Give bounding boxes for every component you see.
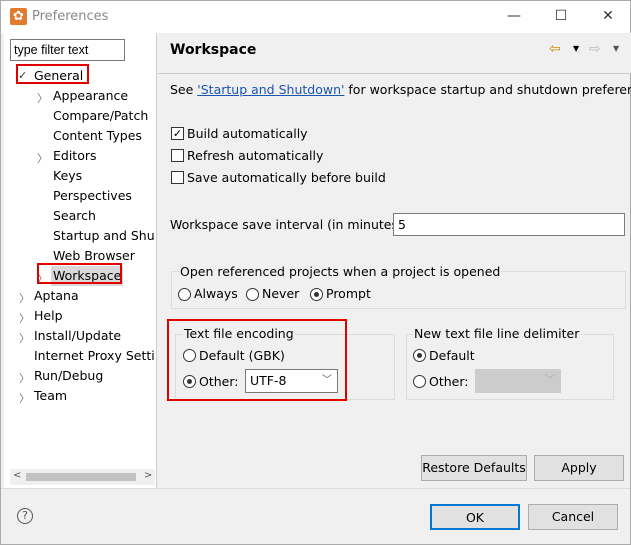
app-gear-icon: ✿ (10, 8, 27, 25)
scroll-left-icon[interactable]: < (13, 470, 21, 481)
tree-item-perspectives[interactable]: Perspectives (53, 186, 132, 206)
window-title: Preferences (32, 9, 109, 24)
tree-item-aptana[interactable]: Aptana (34, 286, 79, 306)
delimiter-default-radio[interactable] (413, 349, 426, 362)
tree-item-editors[interactable]: Editors (53, 146, 97, 166)
build-automatically-checkbox[interactable]: ✓ (171, 127, 184, 140)
tree-item-team[interactable]: Team (34, 386, 67, 406)
save-interval-input[interactable] (393, 213, 625, 236)
chevron-right-icon[interactable]: 〉 (19, 330, 30, 346)
tree-item-install-update[interactable]: Install/Update (34, 326, 121, 346)
horizontal-scrollbar[interactable]: < > (10, 469, 155, 485)
save-interval-label: Workspace save interval (in minutes): (170, 217, 408, 232)
tree-item-help[interactable]: Help (34, 306, 63, 326)
open-referenced-label: Open referenced projects when a project … (179, 264, 502, 279)
restore-defaults-button[interactable]: Restore Defaults (421, 455, 527, 481)
refresh-automatically-label[interactable]: Refresh automatically (187, 148, 323, 163)
ok-button[interactable]: OK (430, 504, 520, 530)
tree-item-search[interactable]: Search (53, 206, 96, 226)
info-text: See (170, 82, 198, 97)
cancel-button[interactable]: Cancel (528, 504, 618, 530)
back-arrow-icon[interactable]: ⇦ (549, 41, 561, 57)
maximize-button[interactable]: ☐ (546, 5, 576, 27)
tree-item-keys[interactable]: Keys (53, 166, 82, 186)
line-delimiter-title: New text file line delimiter (413, 326, 581, 341)
minimize-button[interactable]: — (499, 5, 529, 27)
startup-shutdown-link[interactable]: 'Startup and Shutdown' (197, 82, 344, 97)
tree-item-content-types[interactable]: Content Types (53, 126, 142, 146)
never-radio[interactable] (246, 288, 259, 301)
close-button[interactable]: ✕ (593, 5, 623, 27)
build-automatically-label[interactable]: Build automatically (187, 126, 308, 141)
preferences-window: ✿ Preferences — ☐ ✕ ✓ General 〉 Appearan… (0, 0, 631, 545)
tree-item-internet-proxy[interactable]: Internet Proxy Settings (34, 346, 154, 366)
never-label[interactable]: Never (262, 286, 299, 301)
filter-input[interactable] (10, 39, 125, 61)
chevron-right-icon[interactable]: 〉 (19, 370, 30, 386)
always-label[interactable]: Always (194, 286, 238, 301)
delimiter-other-label[interactable]: Other: (429, 374, 468, 389)
chevron-right-icon[interactable]: 〉 (37, 90, 48, 106)
scroll-right-icon[interactable]: > (144, 470, 152, 481)
save-automatically-checkbox[interactable] (171, 171, 184, 184)
page-title: Workspace (170, 42, 257, 58)
highlight-box (37, 263, 122, 284)
scrollbar-thumb[interactable] (26, 473, 136, 481)
highlight-box (16, 64, 89, 84)
title-bar: ✿ Preferences — ☐ ✕ (1, 1, 630, 33)
delimiter-select[interactable]: ﹀ (475, 369, 561, 393)
highlight-box (167, 319, 347, 401)
prompt-label[interactable]: Prompt (326, 286, 371, 301)
chevron-right-icon[interactable]: 〉 (19, 310, 30, 326)
forward-arrow-icon[interactable]: ⇨ (589, 41, 601, 57)
refresh-automatically-checkbox[interactable] (171, 149, 184, 162)
prompt-radio[interactable] (310, 288, 323, 301)
delimiter-default-label[interactable]: Default (429, 348, 475, 363)
always-radio[interactable] (178, 288, 191, 301)
help-icon[interactable]: ? (17, 508, 33, 524)
chevron-right-icon[interactable]: 〉 (19, 390, 30, 406)
chevron-right-icon[interactable]: 〉 (19, 290, 30, 306)
delimiter-other-radio[interactable] (413, 375, 426, 388)
tree-item-startup-shutdown[interactable]: Startup and Shutdown (53, 226, 154, 246)
back-menu-chevron-icon[interactable]: ▼ (573, 44, 579, 53)
forward-menu-chevron-icon[interactable]: ▼ (613, 44, 619, 53)
save-automatically-label[interactable]: Save automatically before build (187, 170, 386, 185)
chevron-down-icon: ﹀ (545, 375, 555, 386)
tree-item-compare-patch[interactable]: Compare/Patch (53, 106, 148, 126)
startup-info: See 'Startup and Shutdown' for workspace… (170, 82, 631, 97)
tree-item-run-debug[interactable]: Run/Debug (34, 366, 103, 386)
apply-button[interactable]: Apply (534, 455, 624, 481)
chevron-right-icon[interactable]: 〉 (37, 150, 48, 166)
tree-item-appearance[interactable]: Appearance (53, 86, 128, 106)
info-text: for workspace startup and shutdown prefe… (344, 82, 631, 97)
footer-divider (1, 488, 630, 489)
